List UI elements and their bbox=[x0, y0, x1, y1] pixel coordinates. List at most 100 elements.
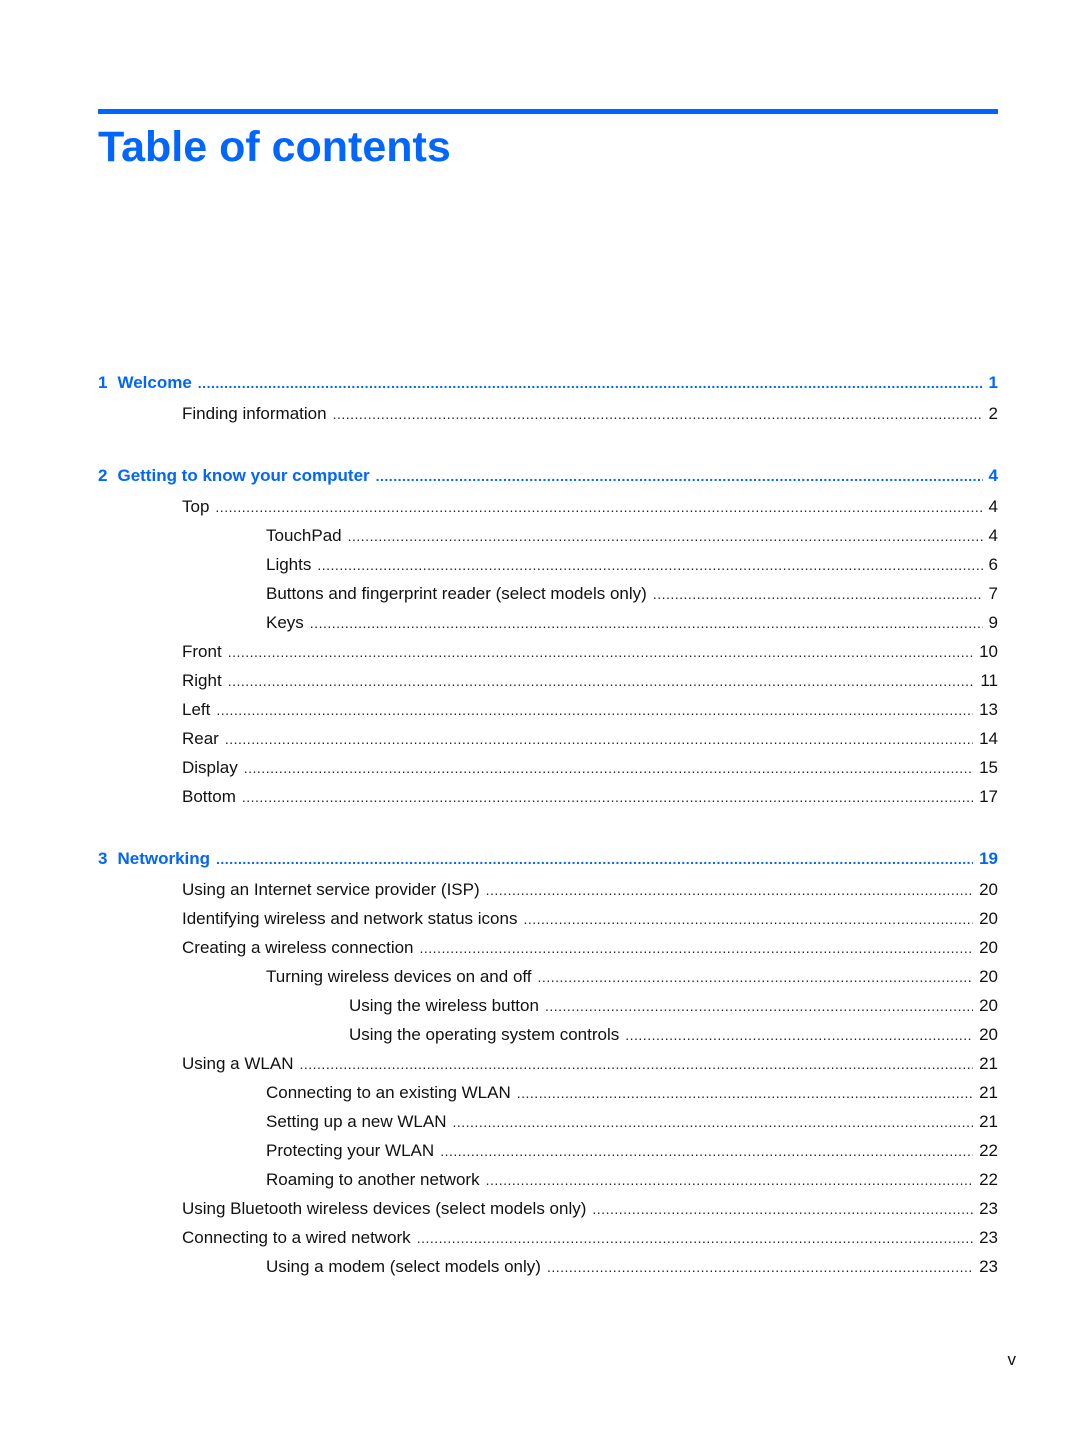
toc-entry-label: Connecting to a wired network bbox=[182, 1228, 411, 1247]
toc-entry-label: Using the operating system controls bbox=[349, 1025, 620, 1044]
dot-leader: ........................................… bbox=[652, 586, 983, 602]
page-number: v bbox=[1007, 1350, 1017, 1369]
toc-entry-label: Turning wireless devices on and off bbox=[266, 967, 532, 986]
dot-leader: ........................................… bbox=[347, 528, 983, 544]
dot-leader: ........................................… bbox=[317, 557, 982, 573]
toc-entry[interactable]: Roaming to another network..............… bbox=[266, 1168, 998, 1192]
dot-leader: ........................................… bbox=[592, 1201, 974, 1217]
toc-entry[interactable]: Keys....................................… bbox=[266, 611, 998, 635]
toc-entry[interactable]: Connecting to an existing WLAN..........… bbox=[266, 1081, 998, 1105]
toc-chapter[interactable]: 2 Getting to know your computer..........… bbox=[98, 464, 998, 488]
toc-entry[interactable]: Turning wireless devices on and off.....… bbox=[266, 965, 998, 989]
toc-entry-label: Top bbox=[182, 497, 210, 516]
toc-page-number: 23 bbox=[979, 1257, 998, 1276]
toc-entry[interactable]: Using the wireless button...............… bbox=[349, 994, 998, 1018]
dot-leader: ........................................… bbox=[416, 1230, 973, 1246]
toc-entry[interactable]: Lights..................................… bbox=[266, 553, 998, 577]
toc-entry-label: Front bbox=[182, 642, 222, 661]
dot-leader: ........................................… bbox=[485, 1172, 974, 1188]
toc-entry-label: TouchPad bbox=[266, 526, 342, 545]
dot-leader: ........................................… bbox=[215, 499, 983, 515]
toc-entry-label: Identifying wireless and network status … bbox=[182, 909, 518, 928]
toc-page-number: 22 bbox=[979, 1141, 998, 1160]
toc-entry[interactable]: Bottom..................................… bbox=[182, 785, 998, 809]
toc-entry[interactable]: Using an Internet service provider (ISP)… bbox=[182, 878, 998, 902]
toc-entry[interactable]: Using a WLAN............................… bbox=[182, 1052, 998, 1076]
toc-entry-label: Getting to know your computer bbox=[117, 466, 370, 485]
toc-page-number: 15 bbox=[979, 758, 998, 777]
toc-entry[interactable]: Connecting to a wired network...........… bbox=[182, 1226, 998, 1250]
toc-entry[interactable]: Protecting your WLAN....................… bbox=[266, 1139, 998, 1163]
toc-entry-label: Creating a wireless connection bbox=[182, 938, 414, 957]
dot-leader: ........................................… bbox=[485, 882, 974, 898]
toc-chapter[interactable]: 1 Welcome................................… bbox=[98, 371, 998, 395]
toc-entry-label: Welcome bbox=[117, 373, 192, 392]
page-title: Table of contents bbox=[98, 123, 451, 171]
toc-page-number: 19 bbox=[979, 849, 998, 868]
toc-entry[interactable]: Front...................................… bbox=[182, 640, 998, 664]
toc-page-number: 20 bbox=[979, 996, 998, 1015]
toc-page-number: 9 bbox=[988, 613, 998, 632]
toc-entry-label: Using an Internet service provider (ISP) bbox=[182, 880, 480, 899]
dot-leader: ........................................… bbox=[546, 1259, 974, 1275]
toc-page-number: 14 bbox=[979, 729, 998, 748]
dot-leader: ........................................… bbox=[537, 969, 974, 985]
toc-entry[interactable]: Finding information.....................… bbox=[182, 402, 998, 426]
dot-leader: ........................................… bbox=[241, 789, 973, 805]
toc-page-number: 4 bbox=[988, 497, 998, 516]
toc-entry-label: Keys bbox=[266, 613, 304, 632]
toc-page-number: 21 bbox=[979, 1083, 998, 1102]
toc-page-number: 17 bbox=[979, 787, 998, 806]
toc-page-number: 7 bbox=[988, 584, 998, 603]
toc-page-number: 6 bbox=[988, 555, 998, 574]
toc-page-number: 20 bbox=[979, 909, 998, 928]
toc-entry[interactable]: Using the operating system controls.....… bbox=[349, 1023, 998, 1047]
dot-leader: ........................................… bbox=[625, 1027, 973, 1043]
toc-page-number: 13 bbox=[979, 700, 998, 719]
toc-entry[interactable]: Identifying wireless and network status … bbox=[182, 907, 998, 931]
dot-leader: ........................................… bbox=[216, 702, 973, 718]
toc-chapter[interactable]: 3 Networking.............................… bbox=[98, 847, 998, 871]
toc-entry-label: Using Bluetooth wireless devices (select… bbox=[182, 1199, 587, 1218]
toc-entry-label: Buttons and fingerprint reader (select m… bbox=[266, 584, 647, 603]
dot-leader: ........................................… bbox=[216, 851, 973, 867]
dot-leader: ........................................… bbox=[544, 998, 974, 1014]
toc-page-number: 20 bbox=[979, 880, 998, 899]
toc-entry-label: Rear bbox=[182, 729, 219, 748]
toc-chapter-number: 2 bbox=[98, 466, 108, 485]
toc-page-number: 21 bbox=[979, 1054, 998, 1073]
toc-entry-label: Roaming to another network bbox=[266, 1170, 480, 1189]
toc-entry-label: Bottom bbox=[182, 787, 236, 806]
toc-page-number: 11 bbox=[980, 671, 998, 690]
dot-leader: ........................................… bbox=[516, 1085, 974, 1101]
toc-entry-label: Left bbox=[182, 700, 211, 719]
toc-entry-label: Lights bbox=[266, 555, 312, 574]
dot-leader: ........................................… bbox=[375, 468, 983, 484]
toc-page-number: 23 bbox=[979, 1199, 998, 1218]
toc-page-number: 20 bbox=[979, 967, 998, 986]
toc-page-number: 4 bbox=[988, 466, 998, 485]
toc-page-number: 23 bbox=[979, 1228, 998, 1247]
toc-entry[interactable]: Buttons and fingerprint reader (select m… bbox=[266, 582, 998, 606]
dot-leader: ........................................… bbox=[440, 1143, 973, 1159]
toc-entry[interactable]: Left....................................… bbox=[182, 698, 998, 722]
toc-entry[interactable]: TouchPad................................… bbox=[266, 524, 998, 548]
dot-leader: ........................................… bbox=[227, 673, 975, 689]
toc-entry[interactable]: Right...................................… bbox=[182, 669, 998, 693]
toc-entry-label: Using a modem (select models only) bbox=[266, 1257, 541, 1276]
dot-leader: ........................................… bbox=[197, 375, 983, 391]
toc-entry[interactable]: Top.....................................… bbox=[182, 495, 998, 519]
toc-entry-label: Right bbox=[182, 671, 222, 690]
toc-page-number: 10 bbox=[979, 642, 998, 661]
toc-entry-label: Using the wireless button bbox=[349, 996, 539, 1015]
toc-entry[interactable]: Rear....................................… bbox=[182, 727, 998, 751]
toc-page-number: 20 bbox=[979, 1025, 998, 1044]
toc-entry[interactable]: Display.................................… bbox=[182, 756, 998, 780]
toc-page-number: 22 bbox=[979, 1170, 998, 1189]
toc-entry[interactable]: Creating a wireless connection..........… bbox=[182, 936, 998, 960]
toc-entry[interactable]: Using Bluetooth wireless devices (select… bbox=[182, 1197, 998, 1221]
dot-leader: ........................................… bbox=[299, 1056, 973, 1072]
toc-entry[interactable]: Setting up a new WLAN...................… bbox=[266, 1110, 998, 1134]
dot-leader: ........................................… bbox=[452, 1114, 973, 1130]
toc-entry[interactable]: Using a modem (select models only)......… bbox=[266, 1255, 998, 1279]
